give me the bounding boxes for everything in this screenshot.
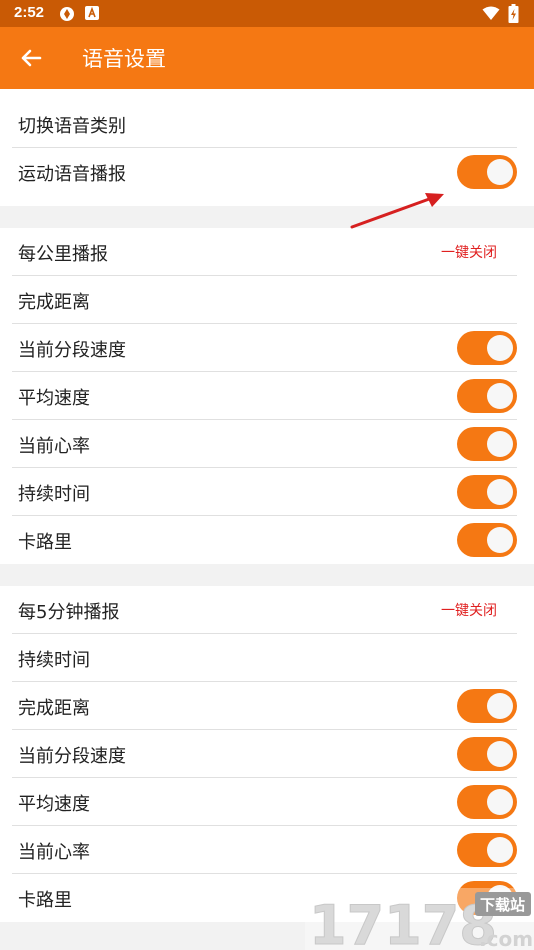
toggle-knob xyxy=(487,837,513,863)
annotation-arrow-icon xyxy=(350,193,444,229)
switch-voice-type-item[interactable]: 切换语音类别 xyxy=(12,100,517,148)
toggle-knob xyxy=(487,693,513,719)
close-all-button[interactable]: 一键关闭 xyxy=(441,600,497,620)
list-item: 当前分段速度 xyxy=(12,324,517,372)
item-label: 完成距离 xyxy=(18,698,90,719)
list-item: 完成距离 xyxy=(12,682,517,730)
toggle-knob xyxy=(487,789,513,815)
section-title: 每公里播报 xyxy=(18,244,108,265)
item-label: 当前心率 xyxy=(18,436,90,457)
a-badge-icon xyxy=(85,6,99,20)
item-label: 持续时间 xyxy=(18,650,90,671)
wifi-icon xyxy=(482,6,500,20)
list-item: 平均速度 xyxy=(12,372,517,420)
settings-sync-icon xyxy=(60,7,74,21)
toggle-knob xyxy=(487,479,513,505)
item-label: 完成距离 xyxy=(18,292,90,313)
toggle-switch[interactable] xyxy=(457,331,517,365)
toggle-switch[interactable] xyxy=(457,689,517,723)
watermark-domain: .com xyxy=(479,927,533,950)
item-label: 平均速度 xyxy=(18,794,90,815)
list-item[interactable]: 持续时间 xyxy=(12,634,517,682)
watermark-tag: 下载站 xyxy=(480,896,525,914)
toggle-switch[interactable] xyxy=(457,523,517,557)
section-title: 每5分钟播报 xyxy=(18,602,120,623)
item-label: 当前分段速度 xyxy=(18,746,126,767)
list-item: 当前心率 xyxy=(12,826,517,874)
list-item: 当前分段速度 xyxy=(12,730,517,778)
toggle-switch[interactable] xyxy=(457,833,517,867)
toggle-knob xyxy=(487,741,513,767)
arrow-left-icon[interactable] xyxy=(14,41,48,75)
toggle-switch[interactable] xyxy=(457,737,517,771)
toggle-knob xyxy=(487,527,513,553)
item-label: 当前分段速度 xyxy=(18,340,126,361)
item-label: 运动语音播报 xyxy=(18,164,126,185)
item-label: 当前心率 xyxy=(18,842,90,863)
list-item: 平均速度 xyxy=(12,778,517,826)
toggle-knob xyxy=(487,431,513,457)
toggle-switch[interactable] xyxy=(457,427,517,461)
per-5min-section: 每5分钟播报 一键关闭 持续时间 完成距离 当前分段速度 平均速度 当前心率 卡… xyxy=(0,586,534,922)
battery-icon xyxy=(508,4,519,23)
item-label: 持续时间 xyxy=(18,484,90,505)
status-bar: 2:52 xyxy=(0,0,534,27)
toggle-switch[interactable] xyxy=(457,379,517,413)
item-label: 卡路里 xyxy=(18,890,72,911)
sport-voice-broadcast-toggle[interactable] xyxy=(457,155,517,189)
list-item: 卡路里 xyxy=(12,516,517,564)
section-divider xyxy=(0,564,534,586)
list-item: 持续时间 xyxy=(12,468,517,516)
status-time: 2:52 xyxy=(14,4,45,21)
watermark-logo: 17178 .com 下载站 xyxy=(305,888,534,950)
toggle-knob xyxy=(487,383,513,409)
toggle-switch[interactable] xyxy=(457,785,517,819)
per-km-section: 每公里播报 一键关闭 完成距离 当前分段速度 平均速度 当前心率 持续时间 卡路… xyxy=(0,228,534,564)
page-title: 语音设置 xyxy=(82,47,166,71)
watermark-brand: 17178 xyxy=(309,894,497,950)
close-all-button[interactable]: 一键关闭 xyxy=(441,242,497,262)
app-bar: 语音设置 xyxy=(0,27,534,89)
section-divider xyxy=(0,206,534,228)
item-label: 平均速度 xyxy=(18,388,90,409)
list-item[interactable]: 完成距离 xyxy=(12,276,517,324)
list-item: 当前心率 xyxy=(12,420,517,468)
toggle-knob xyxy=(487,335,513,361)
section-header: 每5分钟播报 一键关闭 xyxy=(12,586,517,634)
toggle-knob xyxy=(487,159,513,185)
voice-type-section: 切换语音类别 运动语音播报 xyxy=(0,100,534,196)
item-label: 卡路里 xyxy=(18,532,72,553)
section-header: 每公里播报 一键关闭 xyxy=(12,228,517,276)
toggle-switch[interactable] xyxy=(457,475,517,509)
item-label: 切换语音类别 xyxy=(18,116,126,137)
